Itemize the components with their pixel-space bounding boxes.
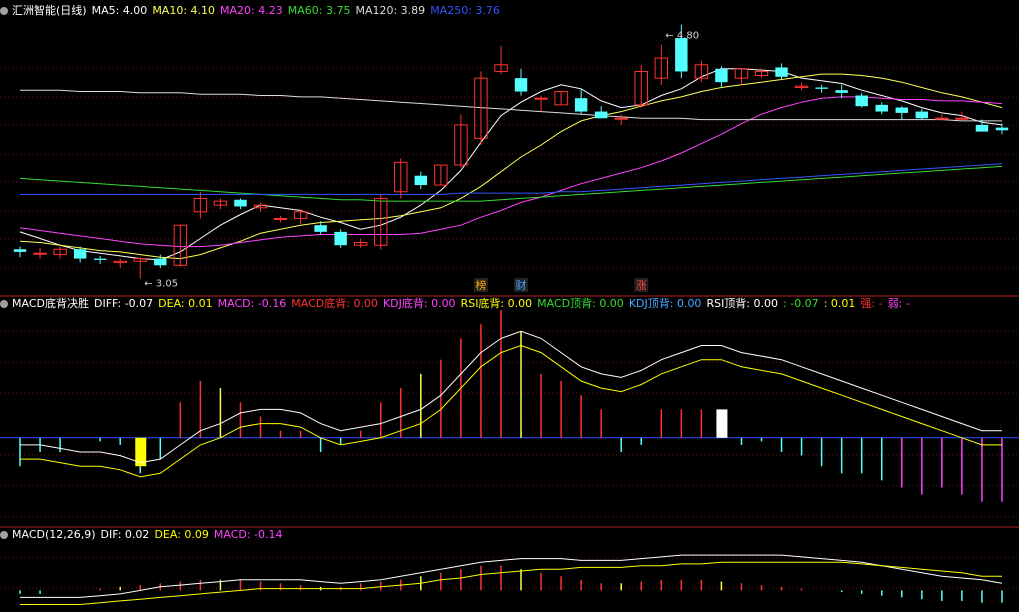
sub1-legend-item-10: : 0.01 xyxy=(823,297,856,310)
candle-body-down xyxy=(815,87,828,89)
sub1-legend-item-5: RSI底背: 0.00 xyxy=(460,297,533,310)
ma-line-ma60 xyxy=(19,165,1003,202)
candle-body-down xyxy=(334,231,347,246)
sub1-legend-item-4: KDJ底背: 0.00 xyxy=(382,297,456,310)
sub1-title: MACD底背决胜 xyxy=(12,297,89,310)
main-price-panel: ← 3.05 ← 4.80 榜 财 涨 xyxy=(13,24,1009,292)
candle-body-down xyxy=(154,258,167,266)
indicator-line-dea xyxy=(20,561,1002,605)
candle-body-down xyxy=(875,104,888,112)
sub1-legend-item-11: 强: - xyxy=(860,297,883,310)
sub2-legend-item-0: DIF: 0.02 xyxy=(100,528,150,541)
candle-body-up xyxy=(614,117,628,120)
candle-body-up xyxy=(273,217,288,220)
main-title: 汇洲智能(日线) xyxy=(12,4,87,17)
ma-legend: MA5: 4.00 MA10: 4.10 MA20: 4.23 MA60: 3.75 M… xyxy=(92,4,505,17)
ma-legend-item-5: MA250: 3.76 xyxy=(430,4,500,17)
indicator-line-dea xyxy=(20,344,1002,478)
candle-body-down xyxy=(715,68,728,83)
ma-line-ma250 xyxy=(20,163,1003,195)
menu-dot-icon[interactable] xyxy=(0,300,8,308)
sub1-header: MACD底背决胜 DIFF: -0.07 DEA: 0.01 MACD: -0.16 M… xyxy=(0,297,920,311)
sub1-legend-item-2: MACD: -0.16 xyxy=(217,297,287,310)
candle-body-down xyxy=(594,111,608,119)
sub2-header: MACD(12,26,9) DIF: 0.02 DEA: 0.09 MACD: -0.… xyxy=(0,528,293,542)
indicator-line-dif xyxy=(20,554,1003,598)
candle-body-down xyxy=(995,127,1009,131)
price-annotation: ← 4.80 xyxy=(665,31,699,42)
ma-line-ma10 xyxy=(19,73,1003,260)
candle-body-down xyxy=(514,78,528,92)
candle-body-up xyxy=(955,117,969,120)
ma-legend-item-0: MA5: 4.00 xyxy=(91,4,148,17)
sub1-legend-item-7: KDJ顶背: 0.00 xyxy=(628,297,702,310)
sub2-legend-item-2: MACD: -0.14 xyxy=(213,528,283,541)
main-header: 汇洲智能(日线) MA5: 4.00 MA10: 4.10 MA20: 4.23 MA6… xyxy=(0,4,510,18)
sub1-legend-item-3: MACD底背: 0.00 xyxy=(291,297,378,310)
indicator-line-diff xyxy=(20,330,1002,464)
candle-body-down xyxy=(775,67,788,77)
grid-layer xyxy=(0,39,1019,589)
candle-body-down xyxy=(73,249,87,259)
candle-body-down xyxy=(895,107,908,113)
candle-body-down xyxy=(835,90,848,93)
candle-body-up xyxy=(534,97,548,100)
menu-dot-icon[interactable] xyxy=(0,531,8,539)
macd-panel xyxy=(19,554,1003,605)
ma-legend-item-3: MA60: 3.75 xyxy=(287,4,351,17)
sub1-legend-item-6: MACD顶背: 0.00 xyxy=(537,297,624,310)
sub1-legend-item-0: DIFF: -0.07 xyxy=(93,297,154,310)
candle-body-down xyxy=(13,249,27,252)
marker-text: 涨 xyxy=(636,279,647,292)
sub1-legend-item-8: RSI顶背: 0.00 xyxy=(706,297,779,310)
sub1-legend: DIFF: -0.07 DEA: 0.01 MACD: -0.16 MACD底背: 0… xyxy=(94,297,915,310)
candle-body-down xyxy=(855,95,868,107)
candle-body-down xyxy=(234,199,247,207)
ma-legend-item-1: MA10: 4.10 xyxy=(152,4,216,17)
sub1-legend-item-1: DEA: 0.01 xyxy=(158,297,213,310)
ma-legend-item-4: MA120: 3.89 xyxy=(355,4,426,17)
sub2-title: MACD(12,26,9) xyxy=(12,528,96,541)
sub1-legend-item-9: : -0.07 xyxy=(783,297,819,310)
sub1-legend-item-12: 弱: - xyxy=(887,297,910,310)
candle-body-down xyxy=(675,38,688,72)
candle-body-down xyxy=(915,111,929,119)
ma-line-ma120 xyxy=(20,89,1002,122)
candle-body-up xyxy=(33,252,47,255)
sub2-legend-item-1: DEA: 0.09 xyxy=(154,528,209,541)
candle-body-down xyxy=(975,124,989,132)
candle-body-down xyxy=(574,98,588,112)
ma-legend-item-2: MA20: 4.23 xyxy=(220,4,283,17)
candle-body-down xyxy=(93,258,107,260)
marker-text: 财 xyxy=(516,278,527,292)
menu-dot-icon[interactable] xyxy=(0,7,8,15)
price-annotation: ← 3.05 xyxy=(144,279,178,290)
marker-text: 榜 xyxy=(475,278,486,292)
highlight-bar xyxy=(716,409,728,438)
candle-body-up xyxy=(935,117,949,120)
macd-divergence-panel xyxy=(0,310,1019,502)
candle-body-down xyxy=(314,225,327,232)
sub2-legend: DIF: 0.02 DEA: 0.09 MACD: -0.14 xyxy=(101,528,288,541)
candle-body-down xyxy=(414,175,428,186)
